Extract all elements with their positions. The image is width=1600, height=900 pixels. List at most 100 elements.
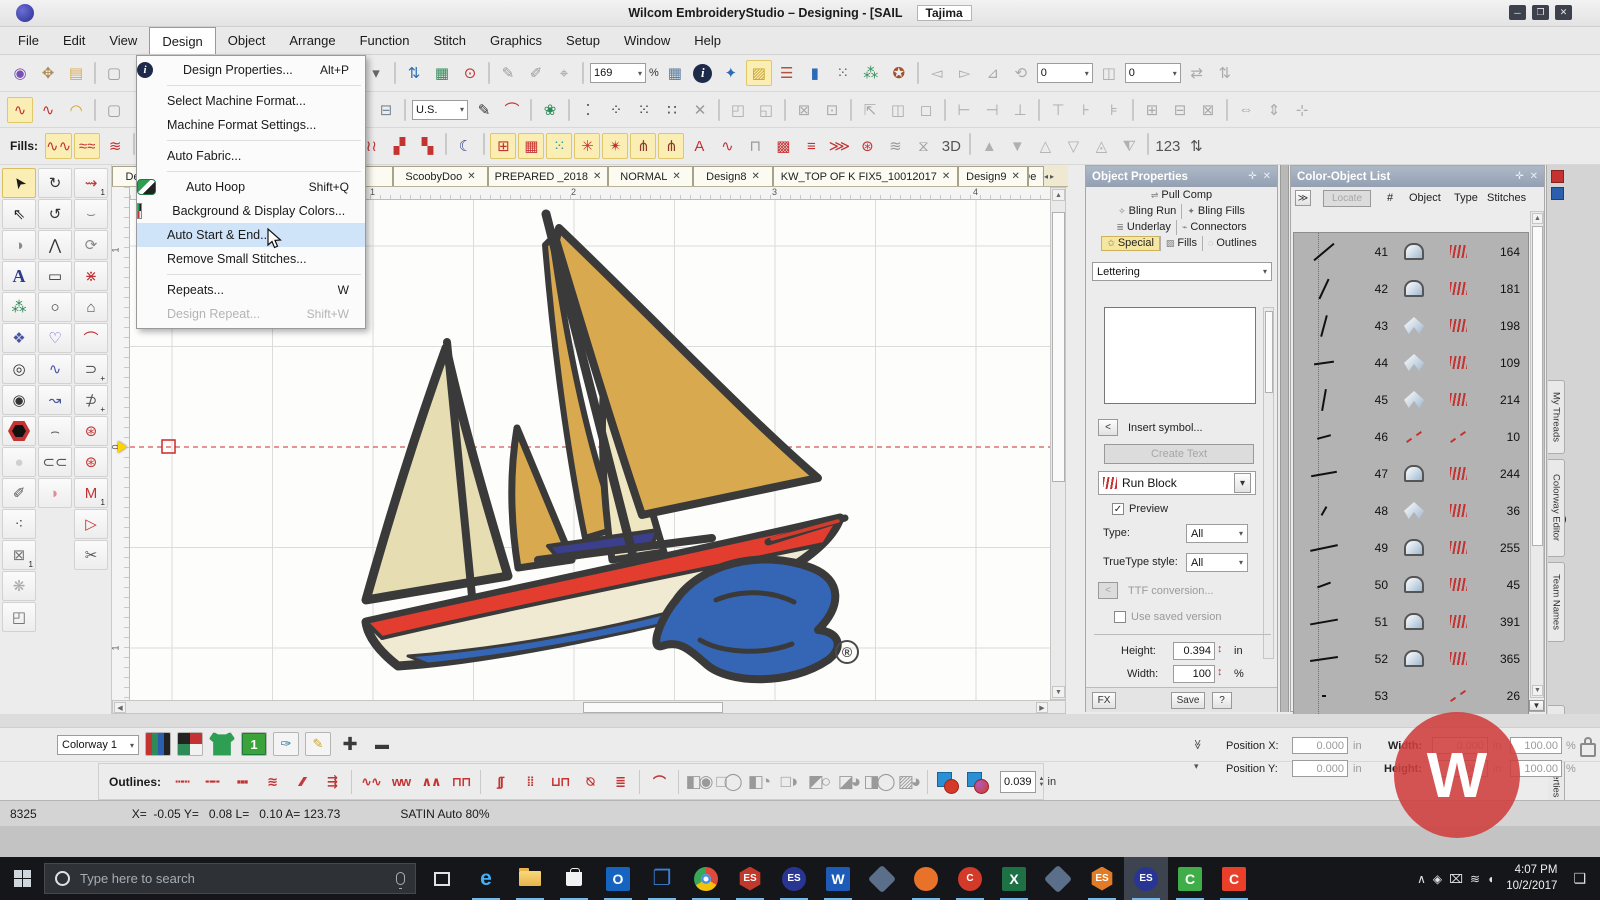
fill-type-icon[interactable]: ▾ bbox=[1147, 133, 1149, 155]
toolbar-icon[interactable]: ⇔▾ bbox=[1233, 97, 1259, 123]
close-panel-icon[interactable]: ✕ bbox=[1263, 171, 1271, 182]
fill-type-icon[interactable]: A▾ bbox=[686, 133, 712, 159]
menu-item[interactable]: Function bbox=[348, 27, 422, 54]
toolbar-icon[interactable]: ⇱▾ bbox=[857, 97, 883, 123]
toolbar-icon[interactable]: ◠▾ bbox=[63, 97, 89, 123]
tool-button[interactable]: ⊛ bbox=[74, 447, 108, 477]
taskbar-app-icon[interactable] bbox=[684, 857, 728, 900]
outline-type-icon[interactable]: ◧◉ bbox=[683, 769, 713, 795]
fill-type-icon[interactable]: ⊛▾ bbox=[854, 133, 880, 159]
toolbar-icon[interactable]: ▤▾ bbox=[63, 60, 89, 86]
fill-type-icon[interactable]: ▚▾ bbox=[414, 133, 440, 159]
tool-button[interactable]: ⟳ bbox=[74, 230, 108, 260]
colorway-tool-icon[interactable] bbox=[145, 732, 171, 756]
pin-icon[interactable]: ✛ bbox=[1515, 171, 1523, 182]
taskbar-app-icon[interactable] bbox=[860, 857, 904, 900]
fill-type-icon[interactable]: ∿∿▾ bbox=[45, 133, 72, 159]
ttf-back-button[interactable]: < bbox=[1098, 582, 1118, 599]
outline-type-icon[interactable] bbox=[927, 770, 928, 794]
fill-type-icon[interactable]: ▾ bbox=[483, 133, 485, 155]
close-panel-icon[interactable]: ✕ bbox=[1530, 171, 1538, 182]
toolbar-icon[interactable]: ⊟▾ bbox=[1167, 97, 1193, 123]
fill-type-icon[interactable]: ≈≈▾ bbox=[74, 133, 100, 159]
toolbar-icon[interactable]: ▾ bbox=[1132, 99, 1134, 121]
tool-button[interactable]: ⌒ bbox=[74, 323, 108, 353]
taskbar-app-icon[interactable]: O bbox=[596, 857, 640, 900]
colorway-tool-icon[interactable] bbox=[209, 732, 235, 756]
tool-button[interactable]: ◉ bbox=[2, 385, 36, 415]
font-select[interactable]: Run Block ▾ bbox=[1098, 471, 1256, 495]
toolbar-icon[interactable]: ▮▾ bbox=[802, 60, 828, 86]
outline-type-icon[interactable]: ∧∧ bbox=[416, 769, 446, 795]
object-row[interactable]: 42 181 bbox=[1294, 270, 1528, 307]
document-tab[interactable]: PREPARED _2018✕ bbox=[488, 166, 608, 186]
outline-type-icon[interactable]: ┅┅ bbox=[167, 769, 197, 795]
toolbar-icon[interactable]: i▾ bbox=[690, 60, 716, 86]
width-field[interactable]: 100 bbox=[1173, 665, 1215, 683]
toolbar-icon[interactable]: ⊹▾ bbox=[1289, 97, 1315, 123]
minimize-button[interactable]: ─ bbox=[1509, 5, 1526, 20]
menu-item[interactable]: Window bbox=[612, 27, 682, 54]
fill-type-icon[interactable]: ▞▾ bbox=[386, 133, 412, 159]
object-row[interactable]: 51 391 bbox=[1294, 603, 1528, 640]
fx-button[interactable]: FX bbox=[1092, 692, 1116, 709]
taskbar-app-icon[interactable]: ES bbox=[772, 857, 816, 900]
outline-type-icon[interactable]: □◯ bbox=[713, 769, 743, 795]
object-type-select[interactable]: Lettering▾ bbox=[1092, 262, 1272, 281]
properties-tab[interactable]: ⌁Connectors bbox=[1176, 220, 1252, 235]
toolbar-icon[interactable]: ⇅▾ bbox=[1212, 60, 1238, 86]
toolbar-icon[interactable]: ⊡▾ bbox=[819, 97, 845, 123]
menu-option[interactable]: Machine Format Settings... bbox=[137, 113, 365, 137]
fill-type-icon[interactable]: 3D▾ bbox=[938, 133, 964, 159]
menu-item[interactable]: Object bbox=[216, 27, 278, 54]
properties-tab[interactable]: ✩Special bbox=[1101, 236, 1160, 251]
docked-panel-tab[interactable]: My Threads bbox=[1548, 380, 1565, 454]
toolbar-icon[interactable]: ⊤▾ bbox=[1045, 97, 1071, 123]
toolbar-icon[interactable]: ▾ bbox=[582, 62, 584, 84]
taskbar-app-icon[interactable] bbox=[508, 857, 552, 900]
menu-option[interactable]: Select Machine Format... bbox=[137, 89, 365, 113]
toolbar-icon[interactable]: ▾ bbox=[394, 62, 396, 84]
colorway-select[interactable]: Colorway 1▾ bbox=[57, 735, 139, 755]
fill-type-icon[interactable]: ✴▾ bbox=[602, 133, 628, 159]
tool-button[interactable]: ⌂ bbox=[74, 292, 108, 322]
outline-type-icon[interactable]: ∫∫ bbox=[485, 769, 515, 795]
collapse-icon[interactable]: ▾ bbox=[1194, 761, 1199, 772]
fill-type-icon[interactable]: ⊓▾ bbox=[742, 133, 768, 159]
outline-type-icon[interactable]: ◪◕ bbox=[833, 769, 863, 795]
toolbar-icon[interactable]: ⁙▾ bbox=[631, 97, 657, 123]
start-button[interactable] bbox=[0, 857, 44, 900]
save-button[interactable]: Save bbox=[1171, 692, 1205, 709]
toolbar-icon[interactable]: ⁘▾ bbox=[603, 97, 629, 123]
taskbar-app-icon[interactable]: W bbox=[816, 857, 860, 900]
tool-button[interactable] bbox=[2, 416, 36, 446]
outline-type-icon[interactable]: ≣ bbox=[605, 769, 635, 795]
tool-button[interactable]: ◗ bbox=[38, 478, 72, 508]
toolbar-icon[interactable]: ▾ bbox=[530, 99, 532, 121]
toolbar-icon[interactable]: ⇅▾ bbox=[401, 60, 427, 86]
taskbar-app-icon[interactable]: C bbox=[948, 857, 992, 900]
document-tab[interactable]: Design9✕ bbox=[958, 166, 1028, 186]
tray-icon[interactable]: ∧ bbox=[1417, 872, 1426, 886]
properties-tab[interactable]: ⇌Pull Comp bbox=[1146, 188, 1217, 203]
object-row[interactable]: 48 36 bbox=[1294, 492, 1528, 529]
toolbar-icon[interactable]: ⟲▾ bbox=[1008, 60, 1034, 86]
outline-type-icon[interactable] bbox=[962, 769, 992, 795]
fill-type-icon[interactable]: ⁙▾ bbox=[546, 133, 572, 159]
menu-option[interactable] bbox=[137, 137, 365, 144]
outline-type-icon[interactable] bbox=[678, 770, 679, 794]
taskbar-app-icon[interactable]: ❐ bbox=[640, 857, 684, 900]
microphone-icon[interactable] bbox=[396, 872, 405, 885]
toolbar-icon[interactable]: U.S.▾ bbox=[411, 97, 469, 123]
maximize-button[interactable]: ❐ bbox=[1532, 5, 1549, 20]
toolbar-icon[interactable]: ▦▾ bbox=[429, 60, 455, 86]
outline-type-icon[interactable]: ╍╍ bbox=[197, 769, 227, 795]
create-text-button[interactable]: Create Text bbox=[1104, 444, 1254, 464]
tool-button[interactable]: ⁖ bbox=[2, 509, 36, 539]
fill-type-icon[interactable]: ⋔▾ bbox=[630, 133, 656, 159]
type-select[interactable]: All▾ bbox=[1186, 524, 1248, 543]
outline-type-icon[interactable]: ▪▪▪ bbox=[227, 769, 257, 795]
fill-type-icon[interactable]: ▾ bbox=[445, 133, 447, 155]
fill-type-icon[interactable]: ⊞▾ bbox=[490, 133, 516, 159]
fill-type-icon[interactable]: ▼▾ bbox=[1004, 133, 1030, 159]
